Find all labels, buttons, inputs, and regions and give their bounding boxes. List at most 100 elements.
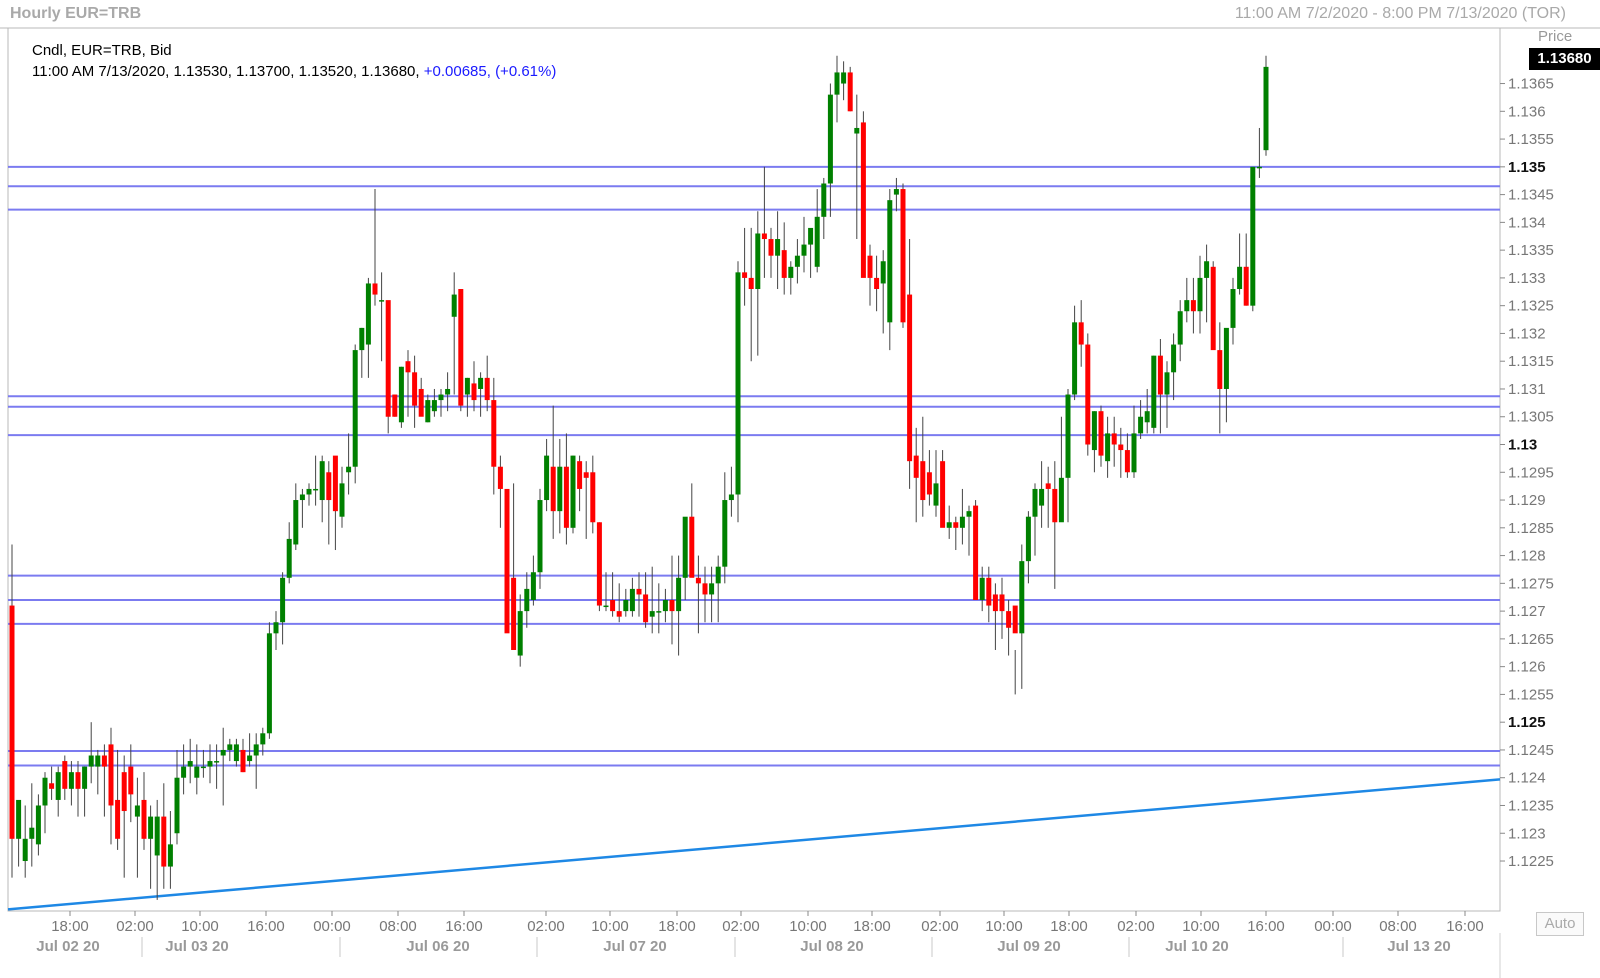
- last-price-tag: 1.13680: [1529, 48, 1600, 70]
- candle-body: [735, 272, 741, 495]
- candle-body: [365, 283, 371, 345]
- candle-body: [940, 461, 946, 528]
- legend-ohlc-values: 11:00 AM 7/13/2020, 1.13530, 1.13700, 1.…: [32, 63, 420, 80]
- candle-body: [1052, 488, 1058, 523]
- candlestick-chart[interactable]: 1.1225 1.123 1.1235 1.124 1.1245 1.125 1.1255 1…: [0, 0, 1600, 978]
- candle-body: [1111, 433, 1117, 445]
- candle-body: [1039, 488, 1045, 506]
- legend-change-pct: (+0.61%): [495, 63, 557, 80]
- auto-scale-button[interactable]: Auto: [1536, 912, 1584, 936]
- candle-body: [603, 605, 609, 608]
- candle-body: [75, 772, 81, 789]
- candle-body: [227, 744, 233, 750]
- x-date-label: Jul 13 20: [1387, 938, 1450, 955]
- candle-body: [973, 505, 979, 601]
- candle-body: [115, 799, 121, 839]
- y-tick-label: 1.1355: [1508, 131, 1554, 148]
- candle-body: [1131, 433, 1137, 473]
- candle-body: [220, 749, 226, 756]
- candle-body: [636, 588, 642, 595]
- candle-body: [214, 761, 220, 763]
- candle-body: [623, 600, 629, 612]
- candle-body: [187, 761, 193, 767]
- y-tick-label: 1.131: [1508, 381, 1546, 398]
- candle-body: [326, 472, 332, 501]
- candle-body: [42, 777, 48, 806]
- candle-body: [266, 633, 272, 734]
- y-tick-label: 1.133: [1508, 270, 1546, 287]
- candle-body: [141, 799, 147, 839]
- x-time-label: 10:00: [789, 918, 827, 935]
- y-tick-label: 1.128: [1508, 548, 1546, 565]
- candle-body: [412, 372, 418, 406]
- candle-body: [148, 816, 154, 839]
- price-axis-title: Price: [1538, 28, 1573, 45]
- candle-body: [478, 377, 484, 389]
- x-date-label: Jul 09 20: [997, 938, 1060, 955]
- candle-body: [398, 366, 404, 423]
- y-tick-label: 1.1245: [1508, 742, 1554, 759]
- candle-body: [392, 394, 398, 417]
- candle-body: [1065, 394, 1071, 478]
- candle-body: [590, 472, 596, 523]
- candle-body: [1190, 300, 1196, 312]
- candle-body: [616, 611, 622, 617]
- candle-body: [431, 400, 437, 412]
- candle-body: [874, 277, 880, 290]
- candle-body: [174, 777, 180, 834]
- candle-body: [649, 611, 655, 617]
- x-time-label: 18:00: [1050, 918, 1088, 935]
- candle-body: [332, 455, 338, 512]
- y-tick-label: 1.132: [1508, 325, 1546, 342]
- candle-body: [1118, 444, 1124, 451]
- candle-body: [1164, 372, 1170, 395]
- candle-body: [676, 577, 682, 612]
- candle-body: [643, 594, 649, 623]
- candle-body: [1263, 66, 1269, 151]
- candle-body: [1204, 261, 1210, 278]
- candle-body: [1025, 516, 1031, 562]
- candle-body: [240, 749, 246, 773]
- candle-body: [1006, 611, 1012, 628]
- candle-body: [247, 755, 253, 762]
- candle-body: [570, 455, 576, 528]
- candle-body: [464, 377, 470, 395]
- candle-body: [517, 611, 523, 656]
- candle-body: [1184, 300, 1190, 312]
- candle-body: [979, 577, 985, 601]
- candle-body: [900, 189, 906, 323]
- y-tick-label: 1.129: [1508, 492, 1546, 509]
- candle-body: [761, 233, 767, 240]
- x-time-label: 08:00: [379, 918, 417, 935]
- x-time-label: 10:00: [591, 918, 629, 935]
- y-tick-label: 1.1255: [1508, 686, 1554, 703]
- candle-body: [748, 277, 754, 290]
- candle-body: [55, 772, 61, 800]
- candle-body: [953, 522, 959, 528]
- y-tick-label: 1.125: [1508, 714, 1546, 731]
- candle-body: [511, 577, 517, 650]
- candle-body: [385, 300, 391, 417]
- candle-body: [95, 755, 101, 767]
- candle-body: [728, 494, 734, 501]
- candle-body: [1105, 433, 1111, 462]
- candle-body: [372, 283, 378, 295]
- candle-body: [82, 766, 88, 789]
- candle-body: [880, 261, 886, 284]
- candle-body: [445, 388, 451, 395]
- candle-body: [1098, 411, 1104, 456]
- candle-body: [1091, 411, 1097, 451]
- candle-body: [557, 466, 563, 512]
- x-date-label: Jul 02 20: [36, 938, 99, 955]
- candle-body: [121, 772, 127, 812]
- candle-body: [286, 538, 292, 578]
- candle-body: [1256, 166, 1262, 169]
- candle-body: [986, 577, 992, 606]
- candle-body: [438, 394, 444, 401]
- candle-body: [253, 744, 259, 756]
- candle-body: [841, 72, 847, 84]
- candle-body: [167, 844, 173, 867]
- candle-body: [1223, 327, 1229, 389]
- x-date-label: Jul 06 20: [406, 938, 469, 955]
- x-time-label: 16:00: [1247, 918, 1285, 935]
